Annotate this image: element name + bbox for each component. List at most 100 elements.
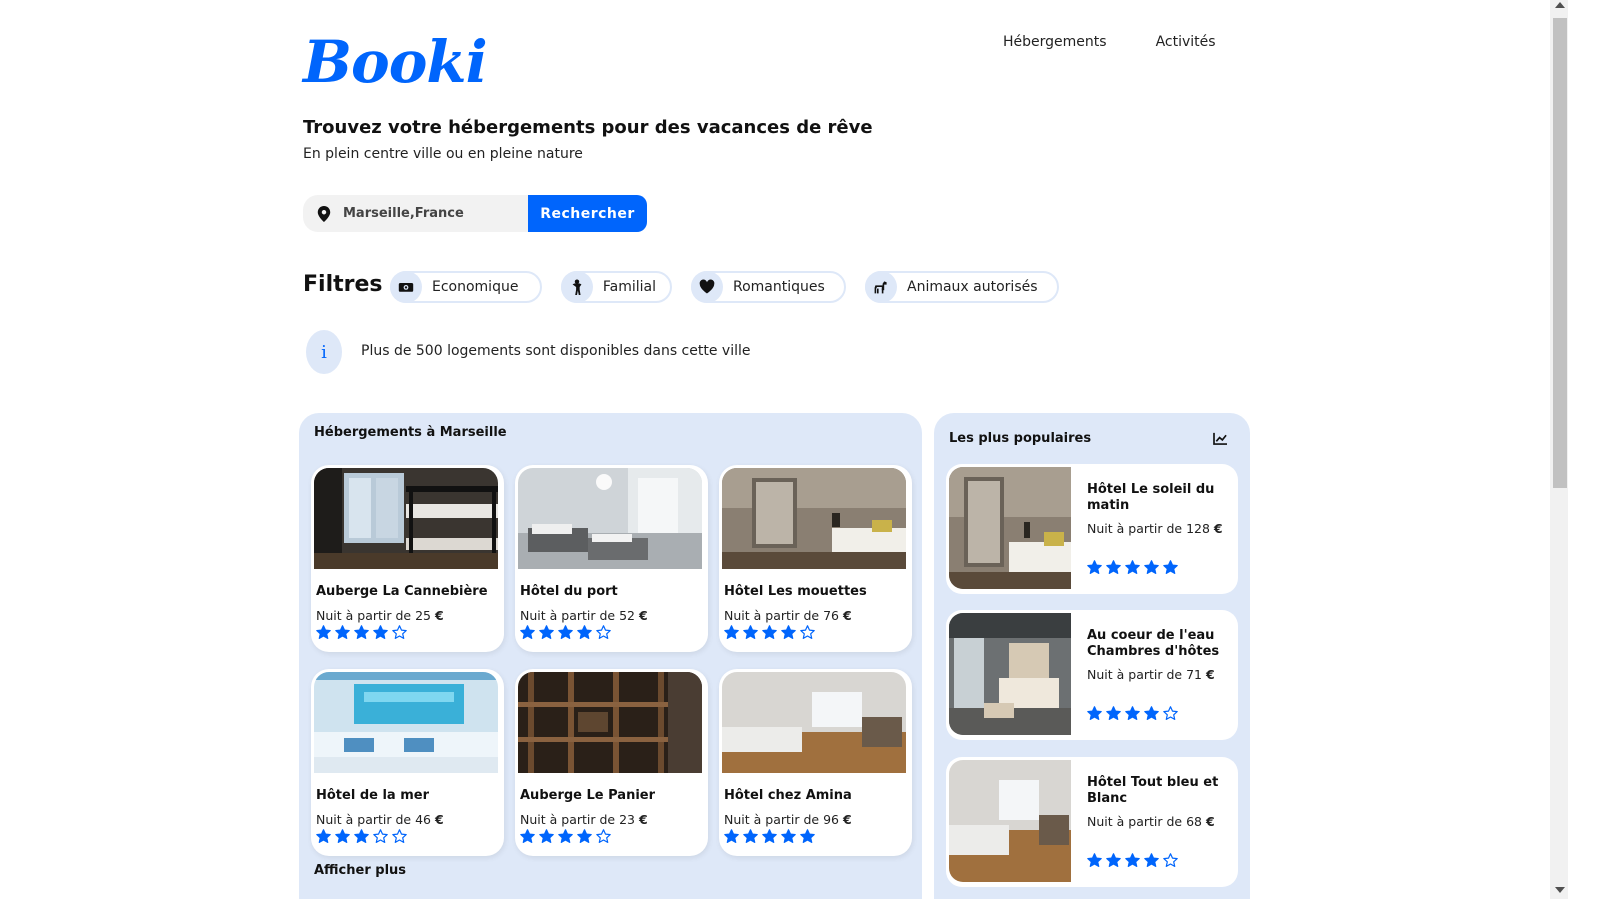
rating-stars: [1087, 706, 1178, 721]
filter-label: Familial: [602, 279, 656, 295]
star-empty-icon: [392, 829, 407, 843]
star-filled-icon: [316, 625, 331, 639]
accommodation-card[interactable]: Hôtel du port Nuit à partir de 52 €: [515, 465, 708, 652]
star-empty-icon: [373, 829, 388, 843]
main-nav: Hébergements Activités: [1003, 34, 1216, 50]
room-photo: [518, 672, 702, 773]
star-filled-icon: [1125, 706, 1140, 720]
accommodations-panel: Hébergements à Marseille Auberge La Cann…: [299, 413, 922, 899]
star-filled-icon: [1087, 706, 1102, 720]
accommodation-name: Hôtel chez Amina: [724, 788, 852, 803]
rating-stars: [316, 829, 407, 844]
search-field[interactable]: [303, 195, 529, 232]
filter-economique[interactable]: Economique: [390, 271, 542, 303]
accommodation-card[interactable]: Auberge La Cannebière Nuit à partir de 2…: [311, 465, 504, 652]
booki-logo[interactable]: Booki: [303, 28, 488, 96]
star-filled-icon: [1144, 560, 1159, 574]
filter-familial[interactable]: Familial: [561, 271, 672, 303]
nav-link-activites[interactable]: Activités: [1156, 34, 1216, 50]
search-button[interactable]: Rechercher: [528, 195, 647, 232]
room-photo: [314, 672, 498, 773]
search-input[interactable]: [343, 206, 503, 221]
room-photo: [314, 468, 498, 569]
star-filled-icon: [724, 829, 739, 843]
star-filled-icon: [1144, 853, 1159, 867]
accommodation-card[interactable]: Auberge Le Panier Nuit à partir de 23 €: [515, 669, 708, 856]
scroll-down-arrow-icon[interactable]: [1555, 887, 1565, 893]
star-filled-icon: [781, 625, 796, 639]
heart-icon: [691, 271, 723, 303]
star-filled-icon: [743, 829, 758, 843]
star-filled-icon: [520, 625, 535, 639]
filter-label: Economique: [432, 279, 519, 295]
accommodation-card[interactable]: Hôtel de la mer Nuit à partir de 46 €: [311, 669, 504, 856]
popular-title: Les plus populaires: [949, 431, 1092, 446]
chart-line-icon: [1213, 432, 1227, 445]
accommodation-price: Nuit à partir de 76 €: [724, 608, 852, 623]
info-text: Plus de 500 logements sont disponibles d…: [361, 343, 751, 359]
rating-stars: [520, 829, 611, 844]
star-empty-icon: [596, 625, 611, 639]
star-filled-icon: [800, 829, 815, 843]
filter-animaux[interactable]: Animaux autorisés: [865, 271, 1059, 303]
accommodation-name: Hôtel de la mer: [316, 788, 430, 803]
star-filled-icon: [577, 625, 592, 639]
money-icon: [390, 271, 422, 303]
child-icon: [561, 271, 593, 303]
accommodation-card[interactable]: Hôtel chez Amina Nuit à partir de 96 €: [719, 669, 912, 856]
accommodation-name: Hôtel du port: [520, 584, 618, 599]
star-filled-icon: [354, 829, 369, 843]
star-filled-icon: [373, 625, 388, 639]
star-filled-icon: [1125, 853, 1140, 867]
accommodations-title: Hébergements à Marseille: [314, 425, 507, 440]
hero-title: Trouvez votre hébergements pour des vaca…: [303, 117, 873, 138]
filter-romantiques[interactable]: Romantiques: [691, 271, 846, 303]
room-photo: [949, 613, 1071, 735]
popular-card[interactable]: Hôtel Le soleil du matin Nuit à partir d…: [946, 464, 1238, 594]
popular-panel: Les plus populaires Hôtel Le soleil du m…: [934, 413, 1250, 899]
accommodation-card[interactable]: Hôtel Les mouettes Nuit à partir de 76 €: [719, 465, 912, 652]
popular-card[interactable]: Hôtel Tout bleu et Blanc Nuit à partir d…: [946, 757, 1238, 887]
rating-stars: [724, 625, 815, 640]
star-filled-icon: [316, 829, 331, 843]
dog-icon: [865, 271, 897, 303]
show-more-link[interactable]: Afficher plus: [314, 863, 406, 878]
star-empty-icon: [800, 625, 815, 639]
accommodation-price: Nuit à partir de 52 €: [520, 608, 648, 623]
rating-stars: [316, 625, 407, 640]
scrollbar-thumb[interactable]: [1553, 18, 1567, 488]
star-filled-icon: [1106, 706, 1121, 720]
star-filled-icon: [558, 625, 573, 639]
accommodation-price: Nuit à partir de 23 €: [520, 812, 648, 827]
room-photo: [722, 672, 906, 773]
page: Booki Hébergements Activités Trouvez vot…: [0, 0, 1568, 899]
popular-price: Nuit à partir de 71 €: [1087, 667, 1215, 682]
star-empty-icon: [392, 625, 407, 639]
star-filled-icon: [724, 625, 739, 639]
rating-stars: [724, 829, 815, 844]
popular-name: Hôtel Le soleil du matin: [1087, 482, 1215, 513]
star-filled-icon: [1106, 560, 1121, 574]
star-empty-icon: [1163, 706, 1178, 720]
star-filled-icon: [762, 625, 777, 639]
popular-price: Nuit à partir de 68 €: [1087, 814, 1215, 829]
scroll-up-arrow-icon[interactable]: [1555, 2, 1565, 8]
accommodation-price: Nuit à partir de 46 €: [316, 812, 444, 827]
accommodation-price: Nuit à partir de 25 €: [316, 608, 444, 623]
room-photo: [722, 468, 906, 569]
accommodation-name: Hôtel Les mouettes: [724, 584, 867, 599]
star-filled-icon: [335, 625, 350, 639]
star-filled-icon: [354, 625, 369, 639]
star-filled-icon: [1087, 853, 1102, 867]
star-filled-icon: [762, 829, 777, 843]
star-filled-icon: [539, 829, 554, 843]
popular-name: Hôtel Tout bleu et Blanc: [1087, 775, 1219, 806]
accommodation-name: Auberge La Cannebière: [316, 584, 488, 599]
nav-link-hebergements[interactable]: Hébergements: [1003, 34, 1107, 50]
filter-label: Animaux autorisés: [907, 279, 1038, 295]
rating-stars: [520, 625, 611, 640]
popular-card[interactable]: Au coeur de l'eau Chambres d'hôtes Nuit …: [946, 610, 1238, 740]
star-filled-icon: [558, 829, 573, 843]
popular-price: Nuit à partir de 128 €: [1087, 521, 1223, 536]
star-empty-icon: [1163, 853, 1178, 867]
